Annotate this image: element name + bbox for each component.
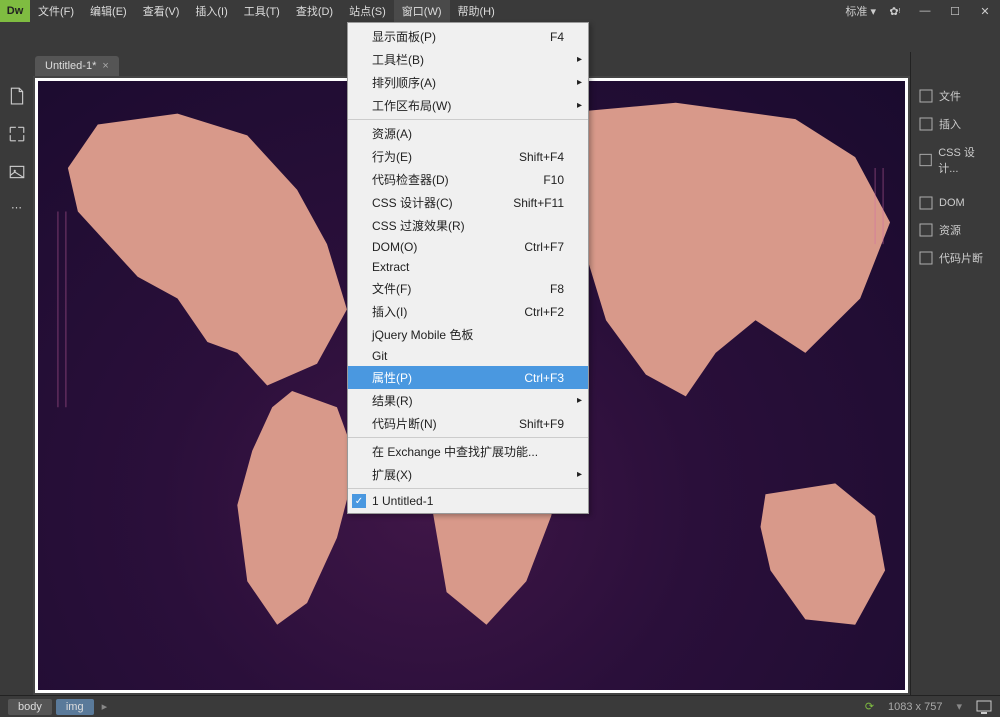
menuitem-资源(A)[interactable]: 资源(A)	[348, 122, 588, 145]
menuitem-CSS 设计器(C)[interactable]: CSS 设计器(C)Shift+F11	[348, 191, 588, 214]
menuitem-扩展(X)[interactable]: 扩展(X)	[348, 463, 588, 486]
menu-查看(V)[interactable]: 查看(V)	[135, 0, 188, 22]
menu-工具(T)[interactable]: 工具(T)	[236, 0, 288, 22]
statusbar: bodyimg ▸ ⟳ 1083 x 757 ▾	[0, 695, 1000, 717]
menuitem-代码检查器(D)[interactable]: 代码检查器(D)F10	[348, 168, 588, 191]
device-preview-icon[interactable]	[976, 700, 992, 714]
menu-查找(D)[interactable]: 查找(D)	[288, 0, 341, 22]
menu-插入(I)[interactable]: 插入(I)	[187, 0, 235, 22]
menuitem-工作区布局(W)[interactable]: 工作区布局(W)	[348, 94, 588, 117]
menuitem-显示面板(P)[interactable]: 显示面板(P)F4	[348, 25, 588, 48]
expand-icon[interactable]	[8, 125, 26, 143]
maximize-button[interactable]: ☐	[944, 0, 966, 22]
menuitem-CSS 过渡效果(R)[interactable]: CSS 过渡效果(R)	[348, 214, 588, 237]
canvas-dimensions: 1083 x 757	[888, 701, 942, 713]
breadcrumb-img[interactable]: img	[56, 699, 94, 715]
menu-编辑(E)[interactable]: 编辑(E)	[82, 0, 135, 22]
more-icon[interactable]: ⋯	[8, 201, 26, 219]
menu-站点(S)[interactable]: 站点(S)	[341, 0, 394, 22]
panel-insert[interactable]: 插入	[911, 110, 1000, 138]
close-button[interactable]: ✕	[974, 0, 996, 22]
titlebar: Dw 文件(F)编辑(E)查看(V)插入(I)工具(T)查找(D)站点(S)窗口…	[0, 0, 1000, 22]
app-logo: Dw	[0, 0, 30, 22]
titlebar-controls: 标准 ▾ ✿! — ☐ ✕	[845, 0, 1000, 22]
menuitem-文件(F)[interactable]: 文件(F)F8	[348, 277, 588, 300]
sync-icon[interactable]: ⟳	[865, 700, 874, 713]
menuitem-结果(R)[interactable]: 结果(R)	[348, 389, 588, 412]
menuitem-工具栏(B)[interactable]: 工具栏(B)	[348, 48, 588, 71]
menubar: 文件(F)编辑(E)查看(V)插入(I)工具(T)查找(D)站点(S)窗口(W)…	[30, 0, 845, 22]
panel-dom[interactable]: DOM	[911, 190, 1000, 216]
menuitem-1 Untitled-1[interactable]: ✓1 Untitled-1	[348, 491, 588, 511]
menu-文件(F)[interactable]: 文件(F)	[30, 0, 82, 22]
menuitem-jQuery Mobile 色板[interactable]: jQuery Mobile 色板	[348, 323, 588, 346]
menuitem-属性(P)[interactable]: 属性(P)Ctrl+F3	[348, 366, 588, 389]
workspace-switcher[interactable]: 标准 ▾	[845, 3, 876, 19]
panel-css[interactable]: CSS 设计...	[911, 138, 1000, 182]
breadcrumb-body[interactable]: body	[8, 699, 52, 715]
right-panel: 文件插入CSS 设计... DOM资源代码片断	[910, 52, 1000, 695]
file-icon[interactable]	[8, 87, 26, 105]
panel-assets[interactable]: 资源	[911, 216, 1000, 244]
minimize-button[interactable]: —	[914, 0, 936, 22]
status-tags: bodyimg	[8, 699, 94, 715]
tab-title: Untitled-1*	[45, 60, 96, 72]
menuitem-在 Exchange 中查找扩展功能...[interactable]: 在 Exchange 中查找扩展功能...	[348, 440, 588, 463]
panel-snippets[interactable]: 代码片断	[911, 244, 1000, 272]
menuitem-Extract[interactable]: Extract	[348, 257, 588, 277]
window-menu-dropdown: 显示面板(P)F4工具栏(B)排列顺序(A)工作区布局(W) 资源(A)行为(E)…	[347, 22, 589, 514]
menuitem-Git[interactable]: Git	[348, 346, 588, 366]
tab-close-button[interactable]: ×	[102, 60, 108, 72]
menuitem-DOM(O)[interactable]: DOM(O)Ctrl+F7	[348, 237, 588, 257]
menu-窗口(W)[interactable]: 窗口(W)	[394, 0, 450, 22]
left-toolbar: ⋯	[0, 52, 33, 695]
menuitem-排列顺序(A)[interactable]: 排列顺序(A)	[348, 71, 588, 94]
panel-files[interactable]: 文件	[911, 82, 1000, 110]
menuitem-插入(I)[interactable]: 插入(I)Ctrl+F2	[348, 300, 588, 323]
menuitem-代码片断(N)[interactable]: 代码片断(N)Shift+F9	[348, 412, 588, 435]
settings-icon[interactable]: ✿!	[884, 0, 906, 22]
menu-帮助(H)[interactable]: 帮助(H)	[450, 0, 503, 22]
menuitem-行为(E)[interactable]: 行为(E)Shift+F4	[348, 145, 588, 168]
document-tab[interactable]: Untitled-1* ×	[35, 56, 119, 76]
image-icon[interactable]	[8, 163, 26, 181]
